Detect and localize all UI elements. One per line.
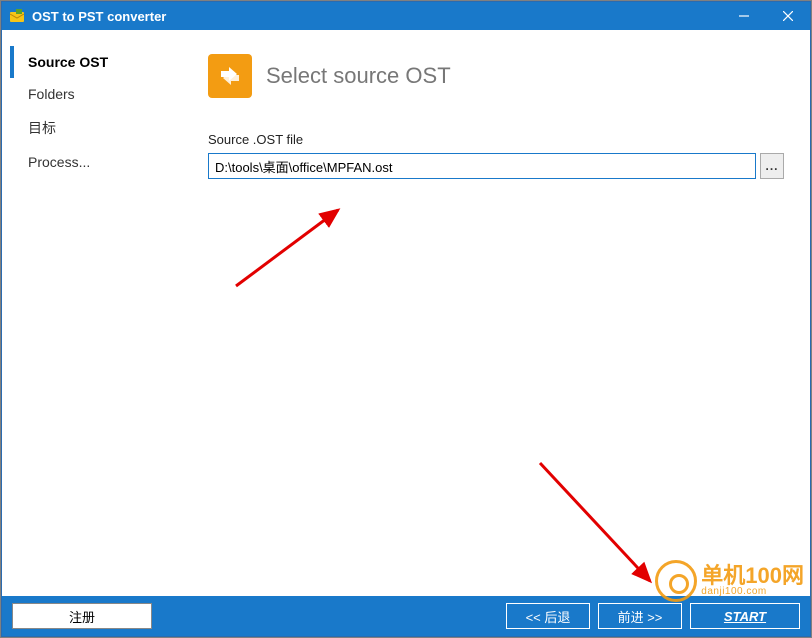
footer: 注册 << 后退 前进 >> START xyxy=(2,596,810,636)
titlebar: OST to PST converter xyxy=(2,2,810,30)
source-file-label: Source .OST file xyxy=(208,132,784,147)
page-title: Select source OST xyxy=(266,63,451,89)
app-window: OST to PST converter Source OST Folders … xyxy=(1,1,811,637)
browse-label: ... xyxy=(765,159,778,173)
sidebar-item-folders[interactable]: Folders xyxy=(10,78,190,110)
browse-button[interactable]: ... xyxy=(760,153,784,179)
watermark-en: danji100.com xyxy=(701,587,804,597)
close-button[interactable] xyxy=(766,2,810,30)
register-button[interactable]: 注册 xyxy=(12,603,152,629)
sidebar-item-label: 目标 xyxy=(28,120,56,136)
minimize-button[interactable] xyxy=(722,2,766,30)
sidebar: Source OST Folders 目标 Process... xyxy=(10,38,190,596)
register-label: 注册 xyxy=(69,607,95,626)
source-file-row: ... xyxy=(208,153,784,179)
sidebar-item-source-ost[interactable]: Source OST xyxy=(10,46,190,78)
body: Source OST Folders 目标 Process... Select … xyxy=(2,30,810,596)
sidebar-item-process[interactable]: Process... xyxy=(10,146,190,178)
sidebar-item-label: Source OST xyxy=(28,54,108,70)
main-panel: Select source OST Source .OST file ... xyxy=(198,38,802,596)
watermark-logo-icon xyxy=(655,560,697,602)
annotation-arrow-input xyxy=(228,198,368,301)
start-button[interactable]: START xyxy=(690,603,800,629)
source-file-input[interactable] xyxy=(208,153,756,179)
next-label: 前进 >> xyxy=(618,607,663,626)
watermark: 单机100网 danji100.com xyxy=(655,560,804,602)
page-header: Select source OST xyxy=(208,54,784,98)
exchange-icon xyxy=(208,54,252,98)
app-title: OST to PST converter xyxy=(32,9,722,24)
sidebar-item-label: Process... xyxy=(28,154,90,170)
start-label: START xyxy=(724,609,766,624)
back-button[interactable]: << 后退 xyxy=(506,603,590,629)
back-label: << 后退 xyxy=(526,607,571,626)
watermark-cn: 单机100网 xyxy=(701,565,804,587)
sidebar-item-target[interactable]: 目标 xyxy=(10,110,190,146)
app-icon xyxy=(8,7,26,25)
watermark-text: 单机100网 danji100.com xyxy=(701,565,804,597)
next-button[interactable]: 前进 >> xyxy=(598,603,682,629)
sidebar-item-label: Folders xyxy=(28,86,75,102)
